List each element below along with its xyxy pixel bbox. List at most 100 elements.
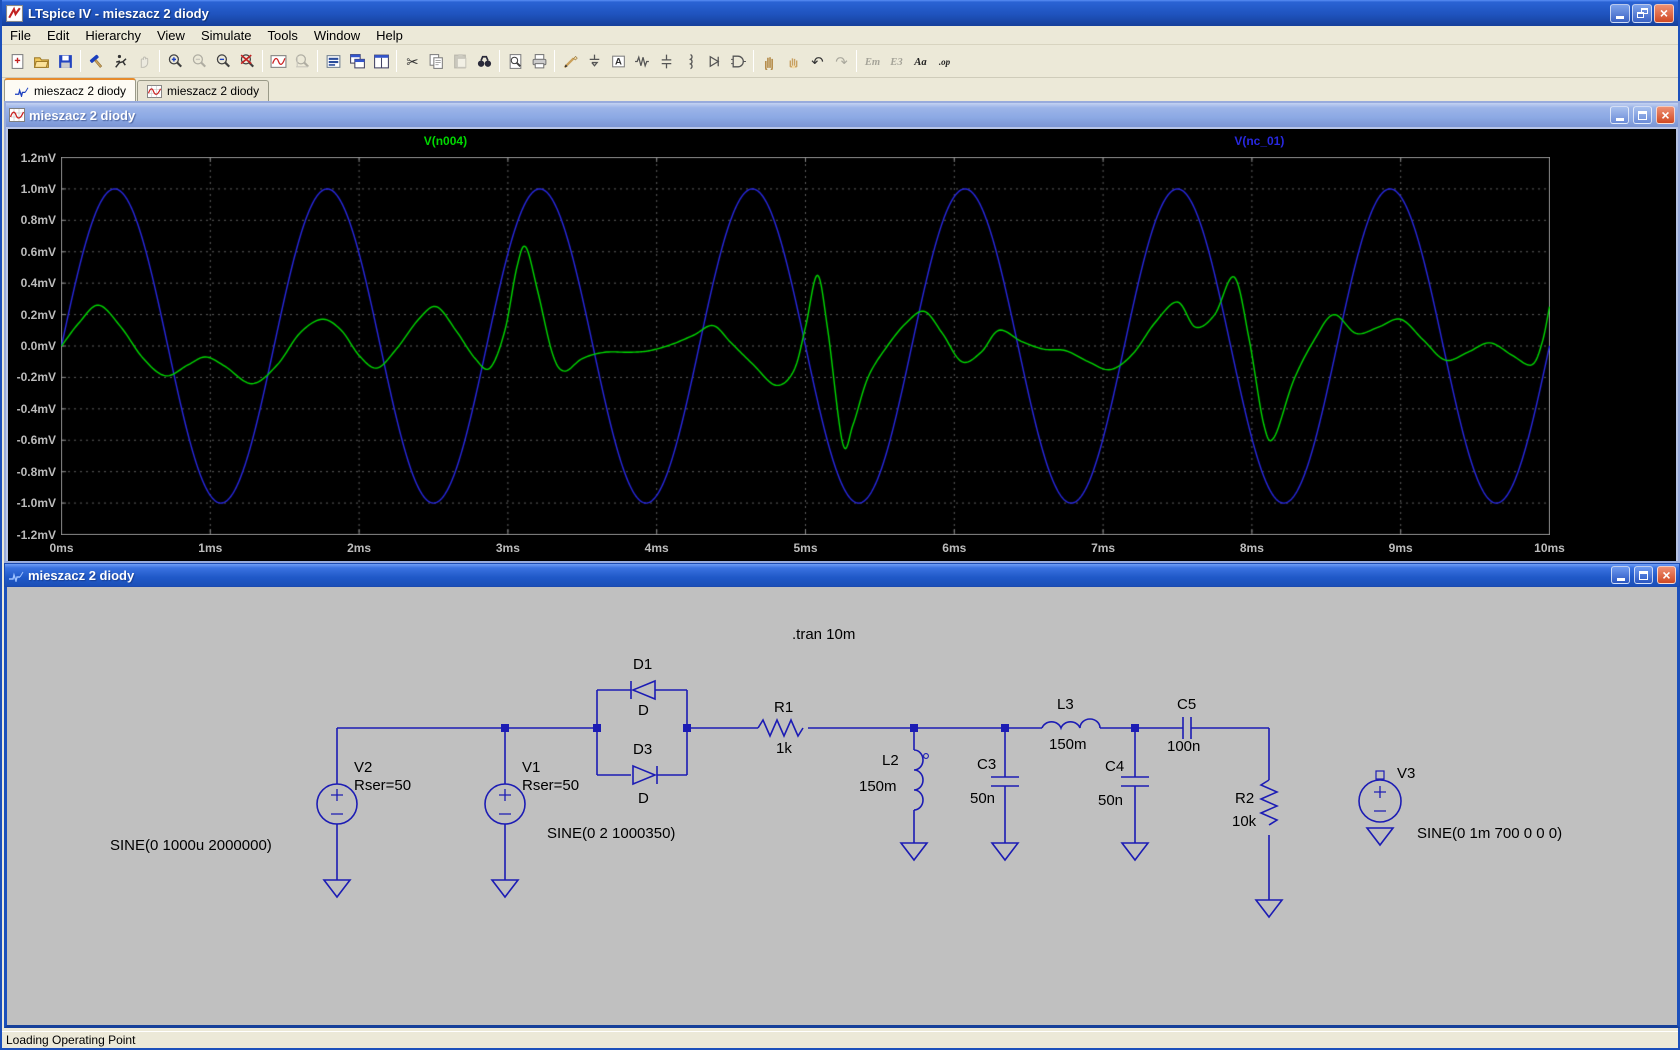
menu-item-edit[interactable]: Edit — [39, 27, 77, 44]
ground-symbol[interactable] — [492, 880, 518, 897]
print-icon[interactable] — [527, 49, 551, 73]
value-r1[interactable]: 1k — [776, 740, 792, 757]
component-r2[interactable] — [1261, 780, 1277, 825]
ground-symbol[interactable] — [1367, 828, 1393, 845]
component-c4[interactable] — [1121, 777, 1149, 786]
drag-icon[interactable] — [781, 49, 805, 73]
zoom-extents-icon[interactable] — [235, 49, 259, 73]
sch-maximize-button[interactable] — [1634, 566, 1653, 584]
wave-maximize-button[interactable] — [1633, 106, 1652, 124]
label-l3[interactable]: L3 — [1057, 696, 1074, 713]
new-schematic-icon[interactable] — [5, 49, 29, 73]
label-r2[interactable]: R2 — [1235, 790, 1254, 807]
close-button[interactable]: × — [1654, 4, 1674, 23]
schematic-canvas[interactable]: .tran 10m D1 D D3 D R1 1k V2 Rser=50 SIN… — [4, 587, 1680, 1028]
wave-minimize-button[interactable] — [1610, 106, 1629, 124]
trace-label-vnc01[interactable]: V(nc_01) — [1234, 134, 1284, 148]
value-r2[interactable]: 10k — [1232, 813, 1257, 830]
plot-settings-icon[interactable] — [266, 49, 290, 73]
label-l2[interactable]: L2 — [882, 752, 899, 769]
component-l3[interactable] — [1042, 719, 1100, 728]
sch-minimize-button[interactable] — [1611, 566, 1630, 584]
label-c4[interactable]: C4 — [1105, 758, 1124, 775]
value-d3[interactable]: D — [638, 790, 649, 807]
component-r1[interactable] — [758, 720, 803, 736]
find-icon[interactable] — [472, 49, 496, 73]
value-d1[interactable]: D — [638, 702, 649, 719]
component-icon[interactable] — [726, 49, 750, 73]
value-v2[interactable]: SINE(0 1000u 2000000) — [110, 837, 272, 854]
wave-close-button[interactable]: × — [1656, 106, 1675, 124]
copy-icon[interactable] — [424, 49, 448, 73]
param-v2[interactable]: Rser=50 — [354, 777, 411, 794]
menu-item-hierarchy[interactable]: Hierarchy — [77, 27, 149, 44]
sch-close-button[interactable]: × — [1657, 566, 1676, 584]
wire-icon[interactable] — [558, 49, 582, 73]
label-c5[interactable]: C5 — [1177, 696, 1196, 713]
value-v3[interactable]: SINE(0 1m 700 0 0 0) — [1417, 825, 1562, 842]
label-v1[interactable]: V1 — [522, 759, 540, 776]
trace-label-vn004[interactable]: V(n004) — [424, 134, 467, 148]
netlist-icon[interactable] — [321, 49, 345, 73]
capacitor-icon[interactable] — [654, 49, 678, 73]
waveform-canvas[interactable] — [61, 157, 1550, 535]
component-d1[interactable] — [631, 681, 655, 699]
tab-schematic[interactable]: mieszacz 2 diody — [4, 78, 136, 101]
tile-icon[interactable] — [369, 49, 393, 73]
cut-icon[interactable]: ✂ — [400, 49, 424, 73]
label-d3[interactable]: D3 — [633, 741, 652, 758]
label-d1[interactable]: D1 — [633, 656, 652, 673]
schematic-window-titlebar[interactable]: mieszacz 2 diody × — [4, 563, 1680, 587]
menu-item-file[interactable]: File — [2, 27, 39, 44]
label-v3[interactable]: V3 — [1397, 765, 1415, 782]
tab-waveform[interactable]: mieszacz 2 diody — [137, 80, 269, 101]
waveform-window-titlebar[interactable]: mieszacz 2 diody × — [6, 103, 1678, 127]
menu-item-tools[interactable]: Tools — [260, 27, 306, 44]
save-icon[interactable] — [53, 49, 77, 73]
move-icon[interactable] — [757, 49, 781, 73]
menu-item-help[interactable]: Help — [368, 27, 411, 44]
value-c4[interactable]: 50n — [1098, 792, 1123, 809]
minimize-button[interactable] — [1610, 4, 1630, 23]
component-d3[interactable] — [633, 766, 657, 784]
control-panel-icon[interactable] — [84, 49, 108, 73]
wire[interactable] — [337, 728, 1269, 780]
zoom-in-icon[interactable] — [163, 49, 187, 73]
zoom-out-icon[interactable] — [211, 49, 235, 73]
run-icon[interactable] — [108, 49, 132, 73]
label-r1[interactable]: R1 — [774, 699, 793, 716]
spice-directive-text[interactable]: .tran 10m — [792, 626, 855, 643]
label-net-icon[interactable]: A — [606, 49, 630, 73]
ground-icon[interactable] — [582, 49, 606, 73]
label-c3[interactable]: C3 — [977, 756, 996, 773]
ground-symbol[interactable] — [1256, 900, 1282, 917]
spice-directive-icon[interactable]: .op — [932, 49, 956, 73]
restore-button[interactable] — [1632, 4, 1652, 23]
undo-icon[interactable]: ↶ — [805, 49, 829, 73]
open-icon[interactable] — [29, 49, 53, 73]
menu-item-simulate[interactable]: Simulate — [193, 27, 260, 44]
text-icon[interactable]: Aa — [908, 49, 932, 73]
inductor-icon[interactable] — [678, 49, 702, 73]
param-v1[interactable]: Rser=50 — [522, 777, 579, 794]
ground-symbol[interactable] — [992, 843, 1018, 860]
value-c5[interactable]: 100n — [1167, 738, 1200, 755]
menu-item-window[interactable]: Window — [306, 27, 368, 44]
resistor-icon[interactable] — [630, 49, 654, 73]
value-l3[interactable]: 150m — [1049, 736, 1087, 753]
ground-symbol[interactable] — [324, 880, 350, 897]
value-l2[interactable]: 150m — [859, 778, 897, 795]
waveform-plot-area[interactable]: V(n004) V(nc_01) 1.2mV1.0mV0.8mV0.6mV0.4… — [8, 129, 1676, 561]
ground-symbol[interactable] — [901, 843, 927, 860]
diode-icon[interactable] — [702, 49, 726, 73]
value-v1[interactable]: SINE(0 2 1000350) — [547, 825, 675, 842]
cascade-icon[interactable] — [345, 49, 369, 73]
menu-item-view[interactable]: View — [149, 27, 193, 44]
print-preview-icon[interactable] — [503, 49, 527, 73]
component-c5[interactable] — [1183, 717, 1191, 739]
ground-symbol[interactable] — [1122, 843, 1148, 860]
component-l2[interactable] — [914, 750, 923, 810]
value-c3[interactable]: 50n — [970, 790, 995, 807]
component-c3[interactable] — [991, 777, 1019, 786]
label-v2[interactable]: V2 — [354, 759, 372, 776]
